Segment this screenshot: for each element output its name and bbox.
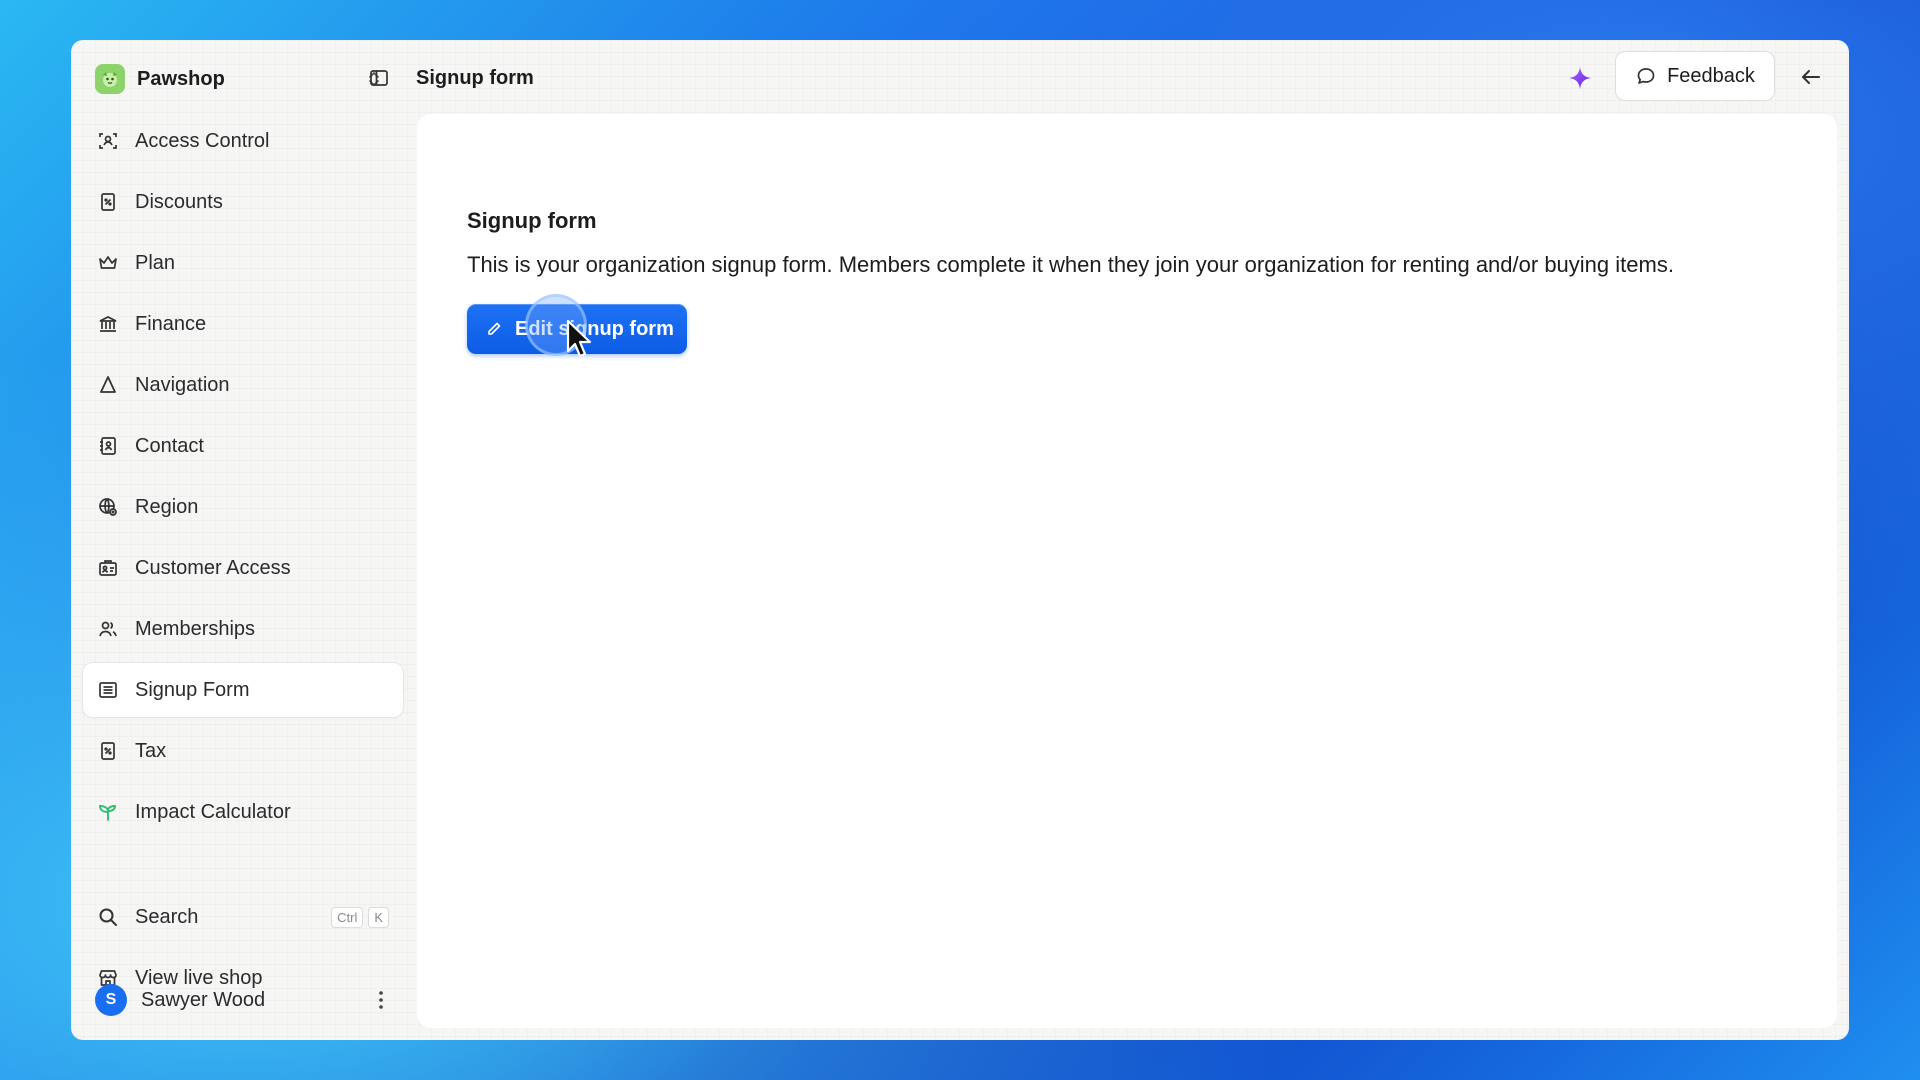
navigation-icon: [97, 374, 119, 396]
sidebar-item-plan[interactable]: Plan: [83, 236, 403, 290]
sidebar-item-discounts[interactable]: Discounts: [83, 175, 403, 229]
page-title: Signup form: [416, 67, 534, 89]
mouse-cursor-icon: [566, 319, 592, 358]
shortcut-key-k: K: [368, 906, 389, 928]
sidebar-item-region[interactable]: Region: [83, 480, 403, 534]
sidebar-item-customer-access[interactable]: Customer Access: [83, 541, 403, 595]
avatar: S: [95, 984, 127, 1016]
sidebar-item-navigation[interactable]: Navigation: [83, 358, 403, 412]
user-profile[interactable]: S Sawyer Wood: [95, 980, 391, 1020]
sidebar-item-tax[interactable]: Tax: [83, 724, 403, 778]
access-control-icon: [97, 130, 119, 152]
crown-icon: [97, 252, 119, 274]
bank-icon: [97, 313, 119, 335]
sidebar-item-finance[interactable]: Finance: [83, 297, 403, 351]
sidebar-item-label: Impact Calculator: [135, 800, 291, 823]
tax-icon: [97, 740, 119, 762]
sidebar-item-label: Contact: [135, 434, 204, 457]
settings-nav: Access Control Discounts Plan Finance Na…: [83, 114, 403, 846]
sidebar-item-signup-form[interactable]: Signup Form: [83, 663, 403, 717]
sidebar-item-label: Discounts: [135, 190, 223, 213]
sidebar: Pawshop Access Control Discounts Plan Fi…: [71, 40, 411, 1040]
section-title: Signup form: [467, 208, 597, 233]
feedback-button[interactable]: Feedback: [1615, 51, 1775, 101]
sidebar-item-label: Signup Form: [135, 678, 250, 701]
search-icon: [97, 906, 119, 928]
sidebar-item-impact-calculator[interactable]: Impact Calculator: [83, 785, 403, 839]
contact-card-icon: [97, 435, 119, 457]
sidebar-item-label: Customer Access: [135, 556, 291, 579]
feedback-label: Feedback: [1667, 64, 1755, 87]
customer-access-icon: [97, 557, 119, 579]
sidebar-item-contact[interactable]: Contact: [83, 419, 403, 473]
sprout-icon: [97, 801, 119, 823]
section-description: This is your organization signup form. M…: [467, 252, 1674, 277]
sidebar-item-label: Plan: [135, 251, 176, 274]
arrow-left-icon[interactable]: [1797, 63, 1825, 91]
discount-icon: [97, 191, 119, 213]
form-list-icon: [97, 679, 119, 701]
pawshop-logo-icon: [95, 64, 125, 94]
sidebar-toggle-icon[interactable]: [367, 66, 391, 90]
search-label: Search: [135, 905, 199, 928]
sidebar-item-label: Region: [135, 495, 199, 518]
org-name: Pawshop: [137, 67, 225, 90]
sidebar-item-label: Tax: [135, 739, 167, 762]
sidebar-item-access-control[interactable]: Access Control: [83, 114, 403, 168]
sidebar-item-label: Access Control: [135, 129, 270, 152]
search-shortcut: Ctrl K: [331, 906, 389, 928]
org-switcher[interactable]: Pawshop: [95, 62, 385, 96]
chat-bubble-icon: [1635, 65, 1657, 87]
sidebar-item-label: Memberships: [135, 617, 256, 640]
sidebar-item-label: Navigation: [135, 373, 230, 396]
sidebar-item-label: Finance: [135, 312, 207, 335]
users-icon: [97, 618, 119, 640]
user-name: Sawyer Wood: [141, 988, 266, 1011]
search-button[interactable]: Search Ctrl K: [83, 890, 403, 944]
globe-icon: [97, 496, 119, 518]
ai-sparkle-icon[interactable]: [1565, 63, 1595, 93]
main-content: Signup form This is your organization si…: [417, 114, 1837, 1028]
sidebar-item-memberships[interactable]: Memberships: [83, 602, 403, 656]
app-window: Pawshop Access Control Discounts Plan Fi…: [71, 40, 1849, 1040]
shortcut-key-ctrl: Ctrl: [331, 906, 364, 928]
more-vertical-icon[interactable]: [371, 988, 391, 1012]
pencil-icon: [485, 320, 503, 338]
